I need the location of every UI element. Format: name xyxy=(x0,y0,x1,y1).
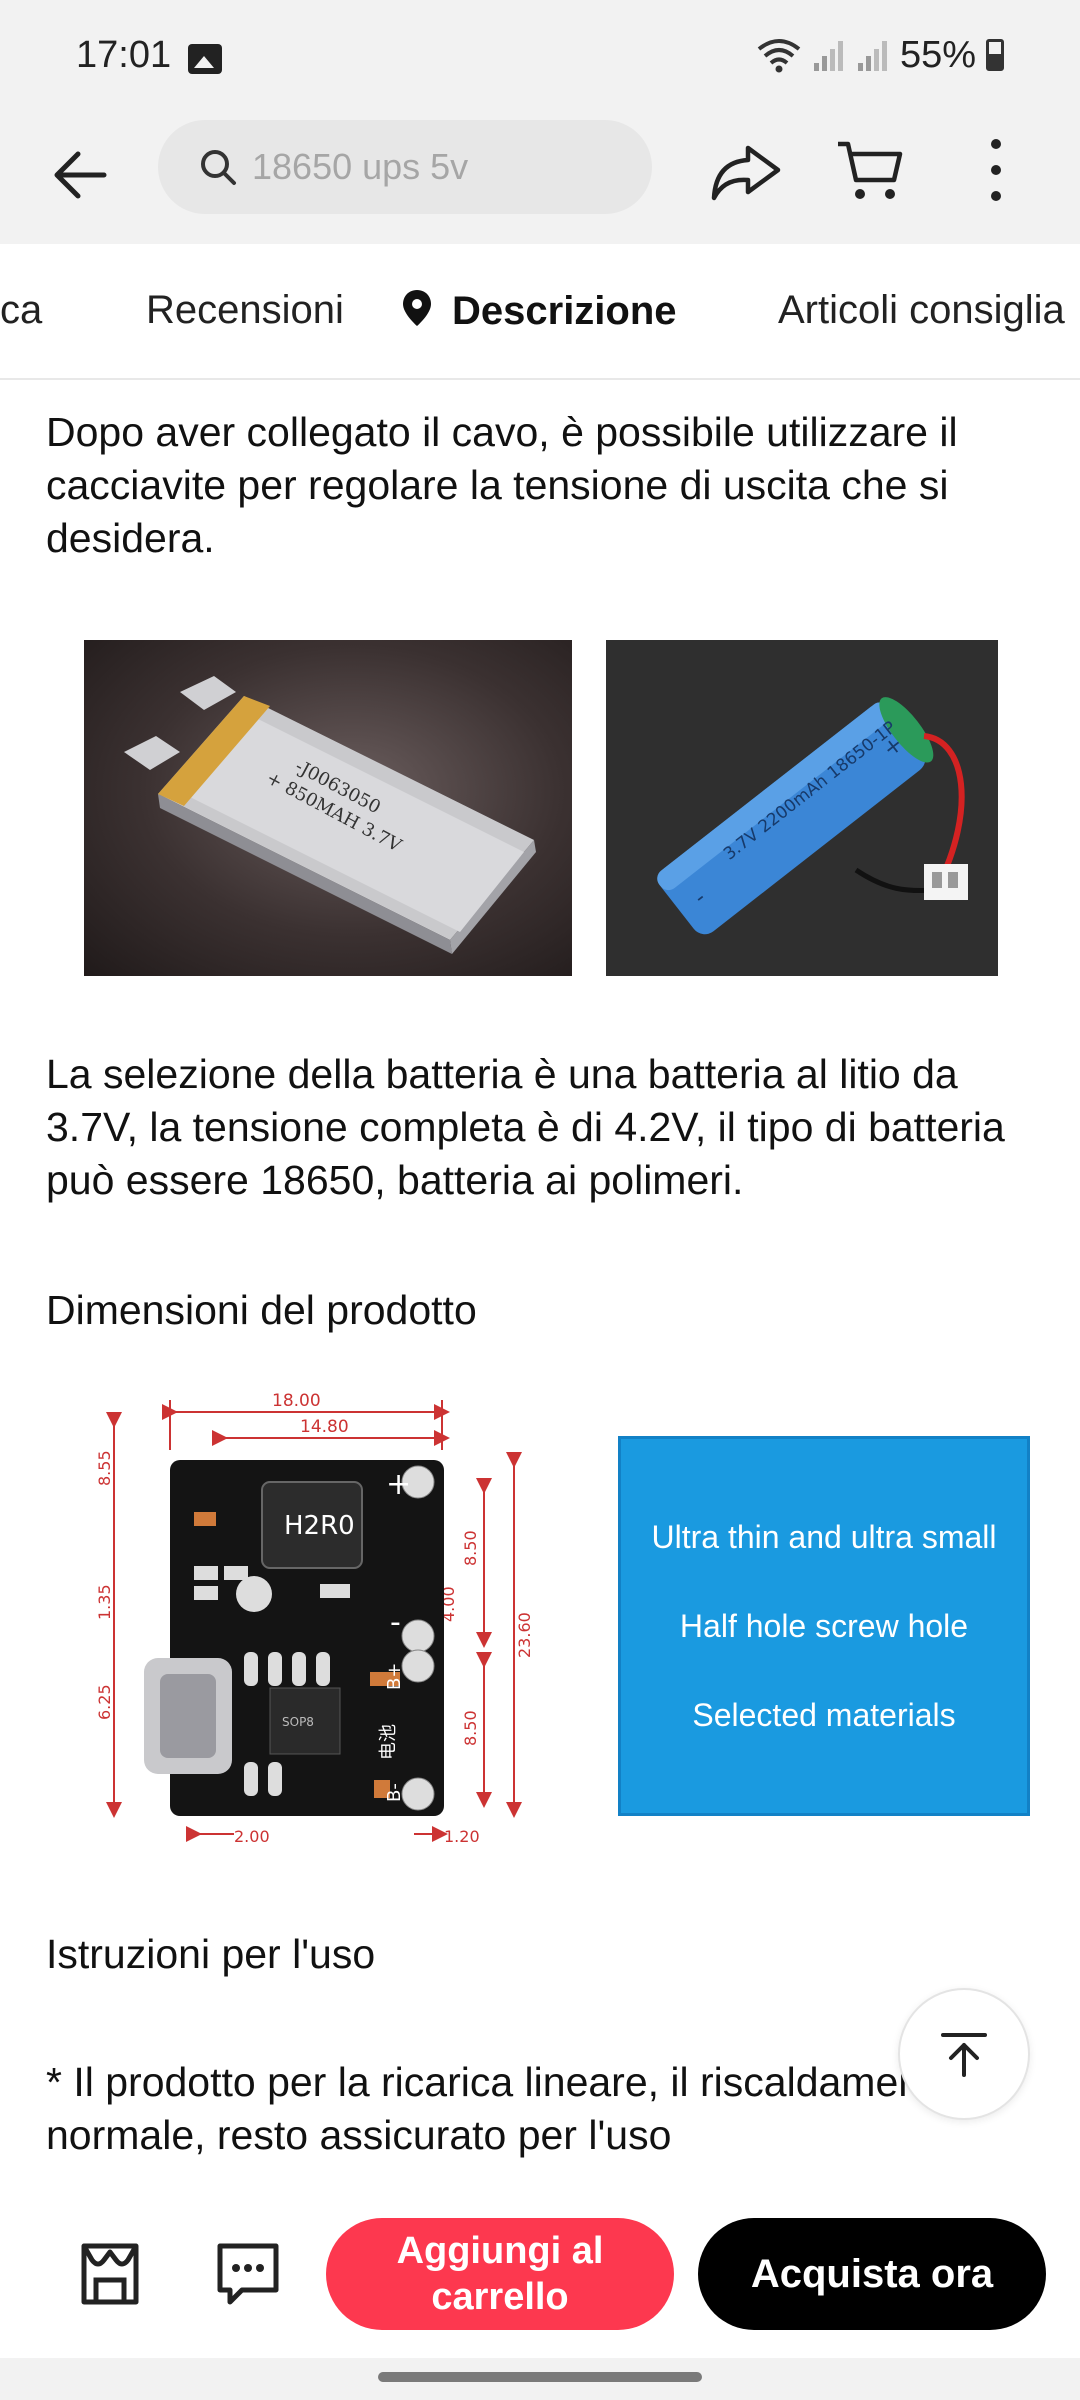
instructions-heading: Istruzioni per l'uso xyxy=(46,1931,376,1977)
tab-recensioni[interactable]: Recensioni xyxy=(146,288,344,333)
pad-battery-label: 电池 xyxy=(378,1724,399,1760)
description-content: Dopo aver collegato il cavo, è possibile… xyxy=(0,380,1080,2188)
pouch-battery-illustration: -J0063050 + 850MAH 3.7V xyxy=(124,676,536,954)
dim-mid-left: 1.35 xyxy=(95,1584,114,1620)
search-box[interactable] xyxy=(158,120,652,214)
paragraph-instructions: * Il prodotto per la ricarica lineare, i… xyxy=(46,2059,990,2158)
dim-bottom-left: 2.00 xyxy=(234,1827,270,1846)
tab-articoli-consigliati[interactable]: Articoli consiglia xyxy=(778,288,1065,333)
pad-minus-label: - xyxy=(390,1605,401,1640)
paragraph-cable: Dopo aver collegato il cavo, è possibile… xyxy=(46,409,958,561)
board-dimensions-image: 18.00 14.80 8.55 1.35 6.25 23.60 8.50 4.… xyxy=(84,1390,544,1860)
pouch-battery-image: -J0063050 + 850MAH 3.7V xyxy=(84,640,572,976)
wifi-icon xyxy=(757,39,801,73)
photo-notification-icon xyxy=(188,44,222,74)
arrow-up-to-top-icon xyxy=(941,2033,987,2077)
dim-low-left: 6.25 xyxy=(95,1684,114,1720)
cell-battery-image: 3.7V 2200mAh 18650-1P - + xyxy=(606,640,998,976)
dim-width-total: 18.00 xyxy=(272,1391,321,1411)
tab-descrizione[interactable]: Descrizione xyxy=(400,288,677,334)
status-bar: 17:01 55% xyxy=(0,0,1080,120)
dim-bottom-right: 1.20 xyxy=(444,1827,480,1846)
share-icon[interactable] xyxy=(708,136,784,206)
section-tabs: ca Recensioni Descrizione Articoli consi… xyxy=(0,244,1080,380)
store-icon[interactable] xyxy=(74,2238,146,2310)
home-indicator[interactable] xyxy=(378,2372,702,2382)
status-time: 17:01 xyxy=(76,34,172,76)
dim-width-inner: 14.80 xyxy=(300,1417,349,1437)
cell-battery-illustration: 3.7V 2200mAh 18650-1P - + xyxy=(657,697,968,935)
dim-right-b: 8.50 xyxy=(461,1530,480,1566)
signal-icon-2 xyxy=(857,41,887,71)
feature-line: Selected materials xyxy=(692,1696,956,1733)
chip-label: H2R0 xyxy=(284,1511,355,1541)
feature-line: Ultra thin and ultra small xyxy=(651,1518,997,1555)
board-dimensions-drawing: 18.00 14.80 8.55 1.35 6.25 23.60 8.50 4.… xyxy=(95,1391,534,1846)
search-icon xyxy=(201,150,236,185)
feature-line: Half hole screw hole xyxy=(679,1607,969,1644)
chat-icon[interactable] xyxy=(212,2238,284,2310)
pad-bplus-label: B+ xyxy=(384,1663,405,1690)
ic-label: SOP8 xyxy=(282,1715,314,1729)
pad-bminus-label: B- xyxy=(384,1783,405,1802)
battery-icon xyxy=(986,39,1004,71)
back-arrow-icon[interactable] xyxy=(46,140,116,210)
search-input[interactable] xyxy=(252,146,612,188)
location-pin-icon xyxy=(403,290,431,326)
more-vertical-icon[interactable] xyxy=(976,132,1016,208)
bottom-action-bar: Aggiungi al carrello Acquista ora xyxy=(0,2188,1080,2358)
signal-icon-1 xyxy=(813,41,843,71)
dim-top-left: 8.55 xyxy=(95,1450,114,1486)
cart-icon[interactable] xyxy=(834,134,906,206)
dim-height-total: 23.60 xyxy=(515,1612,534,1658)
status-indicators: 55% xyxy=(756,30,1004,80)
app-header xyxy=(0,120,1080,244)
tab-descrizione-label: Descrizione xyxy=(452,289,677,333)
features-image: Ultra thin and ultra small Half hole scr… xyxy=(618,1436,1030,1816)
dim-right-c: 8.50 xyxy=(461,1710,480,1746)
system-nav-area xyxy=(0,2358,1080,2400)
add-to-cart-button[interactable]: Aggiungi al carrello xyxy=(326,2218,674,2330)
buy-now-button[interactable]: Acquista ora xyxy=(698,2218,1046,2330)
tab-partial-left[interactable]: ca xyxy=(0,288,42,333)
dimensions-heading: Dimensioni del prodotto xyxy=(46,1287,477,1333)
paragraph-battery-selection: La selezione della batteria è una batter… xyxy=(46,1051,1005,1203)
battery-percent: 55% xyxy=(899,33,976,76)
pad-plus-label: + xyxy=(386,1467,411,1502)
scroll-to-top-button[interactable] xyxy=(898,1988,1030,2120)
